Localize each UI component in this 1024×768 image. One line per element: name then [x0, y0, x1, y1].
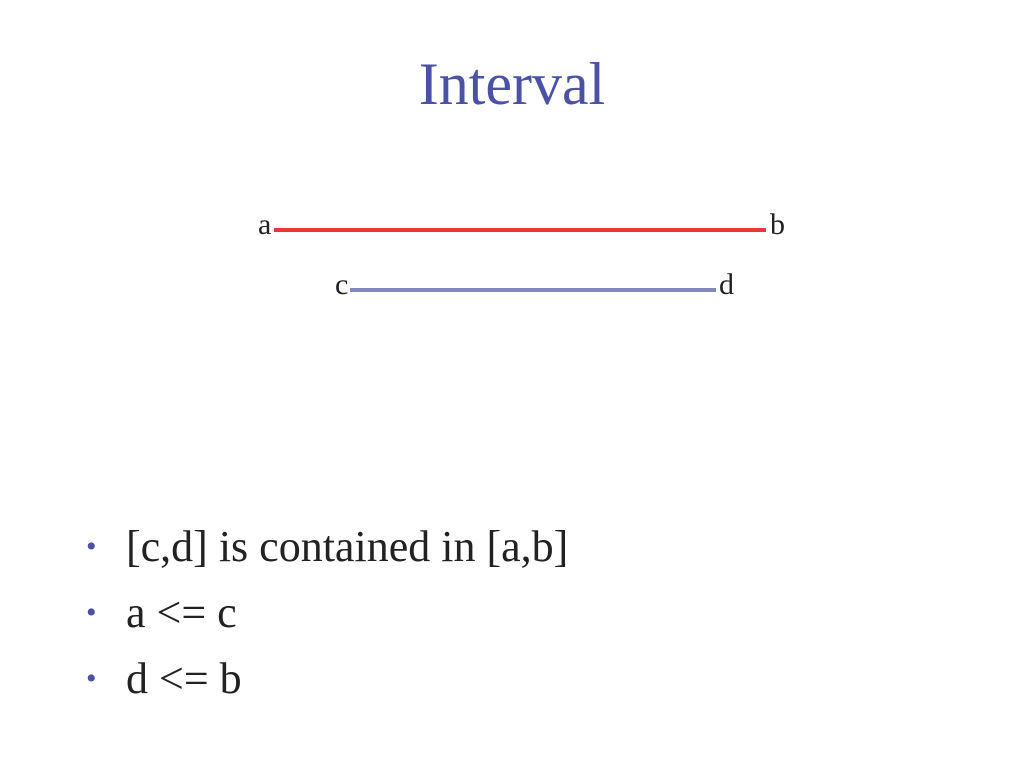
label-d: d — [719, 268, 734, 301]
bullet-item: • a <= c — [86, 584, 568, 650]
bullet-text: [c,d] is contained in [a,b] — [126, 522, 569, 571]
bullet-item: • d <= b — [86, 650, 568, 716]
slide: Interval a b c d • [c,d] is contained in… — [0, 0, 1024, 768]
label-c: c — [335, 268, 348, 301]
label-b: b — [770, 208, 785, 241]
bullet-text: d <= b — [126, 654, 242, 703]
bullet-item: • [c,d] is contained in [a,b] — [86, 518, 568, 584]
bullet-marker-icon: • — [86, 596, 97, 629]
bullet-marker-icon: • — [86, 662, 97, 695]
label-a: a — [258, 208, 271, 241]
bullet-text: a <= c — [126, 588, 237, 637]
bullet-marker-icon: • — [86, 530, 97, 563]
bullet-list: • [c,d] is contained in [a,b] • a <= c •… — [86, 518, 568, 716]
